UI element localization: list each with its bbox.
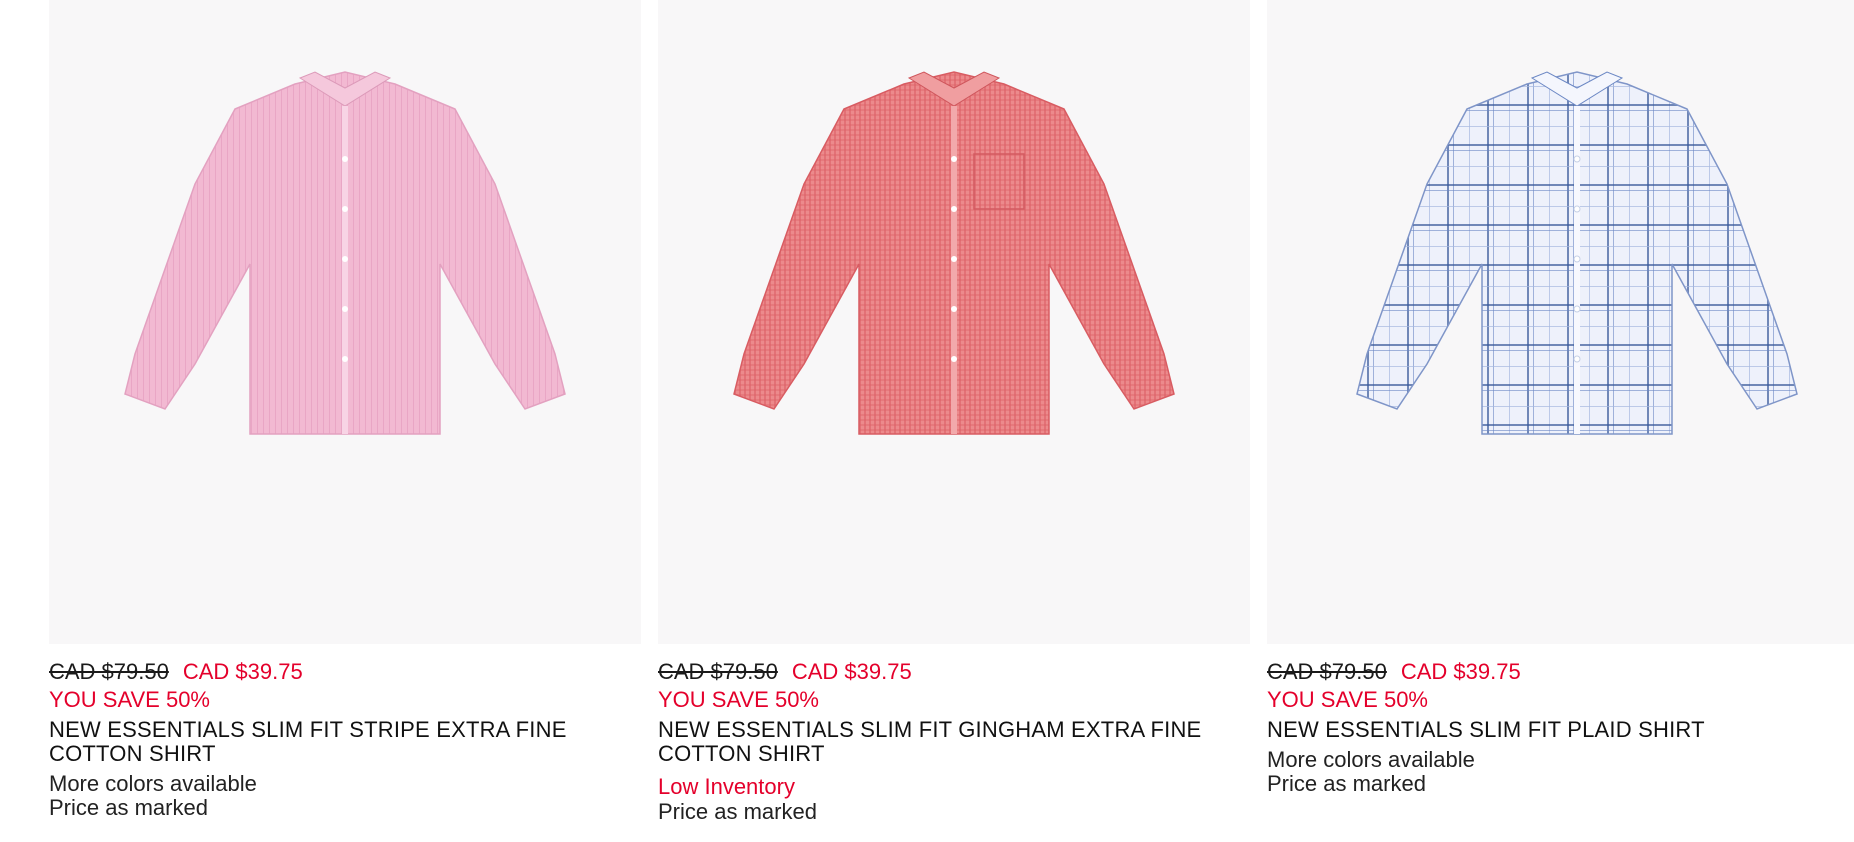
- product-card[interactable]: CAD $79.50 CAD $39.75 YOU SAVE 50% NEW E…: [49, 0, 641, 820]
- price-note: Price as marked: [49, 795, 208, 820]
- savings-label: YOU SAVE 50%: [49, 687, 210, 712]
- original-price: CAD $79.50: [658, 659, 778, 684]
- product-card[interactable]: CAD $79.50 CAD $39.75 YOU SAVE 50% NEW E…: [658, 0, 1250, 824]
- product-image[interactable]: [1267, 0, 1854, 644]
- product-image[interactable]: [49, 0, 641, 644]
- original-price: CAD $79.50: [1267, 659, 1387, 684]
- product-name-link[interactable]: NEW ESSENTIALS SLIM FIT PLAID SHIRT: [1267, 718, 1837, 742]
- product-name-link[interactable]: NEW ESSENTIALS SLIM FIT STRIPE EXTRA FIN…: [49, 718, 619, 766]
- product-image[interactable]: [658, 0, 1250, 644]
- product-info: CAD $79.50 CAD $39.75 YOU SAVE 50% NEW E…: [49, 644, 641, 820]
- product-grid: CAD $79.50 CAD $39.75 YOU SAVE 50% NEW E…: [0, 0, 1854, 842]
- sale-price: CAD $39.75: [1400, 659, 1521, 684]
- product-info: CAD $79.50 CAD $39.75 YOU SAVE 50% NEW E…: [658, 644, 1250, 824]
- product-info: CAD $79.50 CAD $39.75 YOU SAVE 50% NEW E…: [1267, 644, 1854, 796]
- savings-label: YOU SAVE 50%: [1267, 687, 1428, 712]
- price-note: Price as marked: [658, 799, 817, 824]
- low-inventory-badge: Low Inventory: [658, 774, 795, 799]
- product-card[interactable]: CAD $79.50 CAD $39.75 YOU SAVE 50% NEW E…: [1267, 0, 1854, 796]
- shirt-image-red: [733, 71, 1175, 435]
- price-note: Price as marked: [1267, 771, 1426, 796]
- colors-available-note: More colors available: [49, 771, 257, 796]
- price-row: CAD $79.50 CAD $39.75: [49, 658, 641, 686]
- sale-price: CAD $39.75: [182, 659, 303, 684]
- price-row: CAD $79.50 CAD $39.75: [1267, 658, 1854, 686]
- shirt-image-pink: [124, 71, 566, 435]
- savings-label: YOU SAVE 50%: [658, 687, 819, 712]
- colors-available-note: More colors available: [1267, 747, 1475, 772]
- price-row: CAD $79.50 CAD $39.75: [658, 658, 1250, 686]
- sale-price: CAD $39.75: [791, 659, 912, 684]
- shirt-image-plaid: [1356, 71, 1798, 435]
- original-price: CAD $79.50: [49, 659, 169, 684]
- product-name-link[interactable]: NEW ESSENTIALS SLIM FIT GINGHAM EXTRA FI…: [658, 718, 1228, 766]
